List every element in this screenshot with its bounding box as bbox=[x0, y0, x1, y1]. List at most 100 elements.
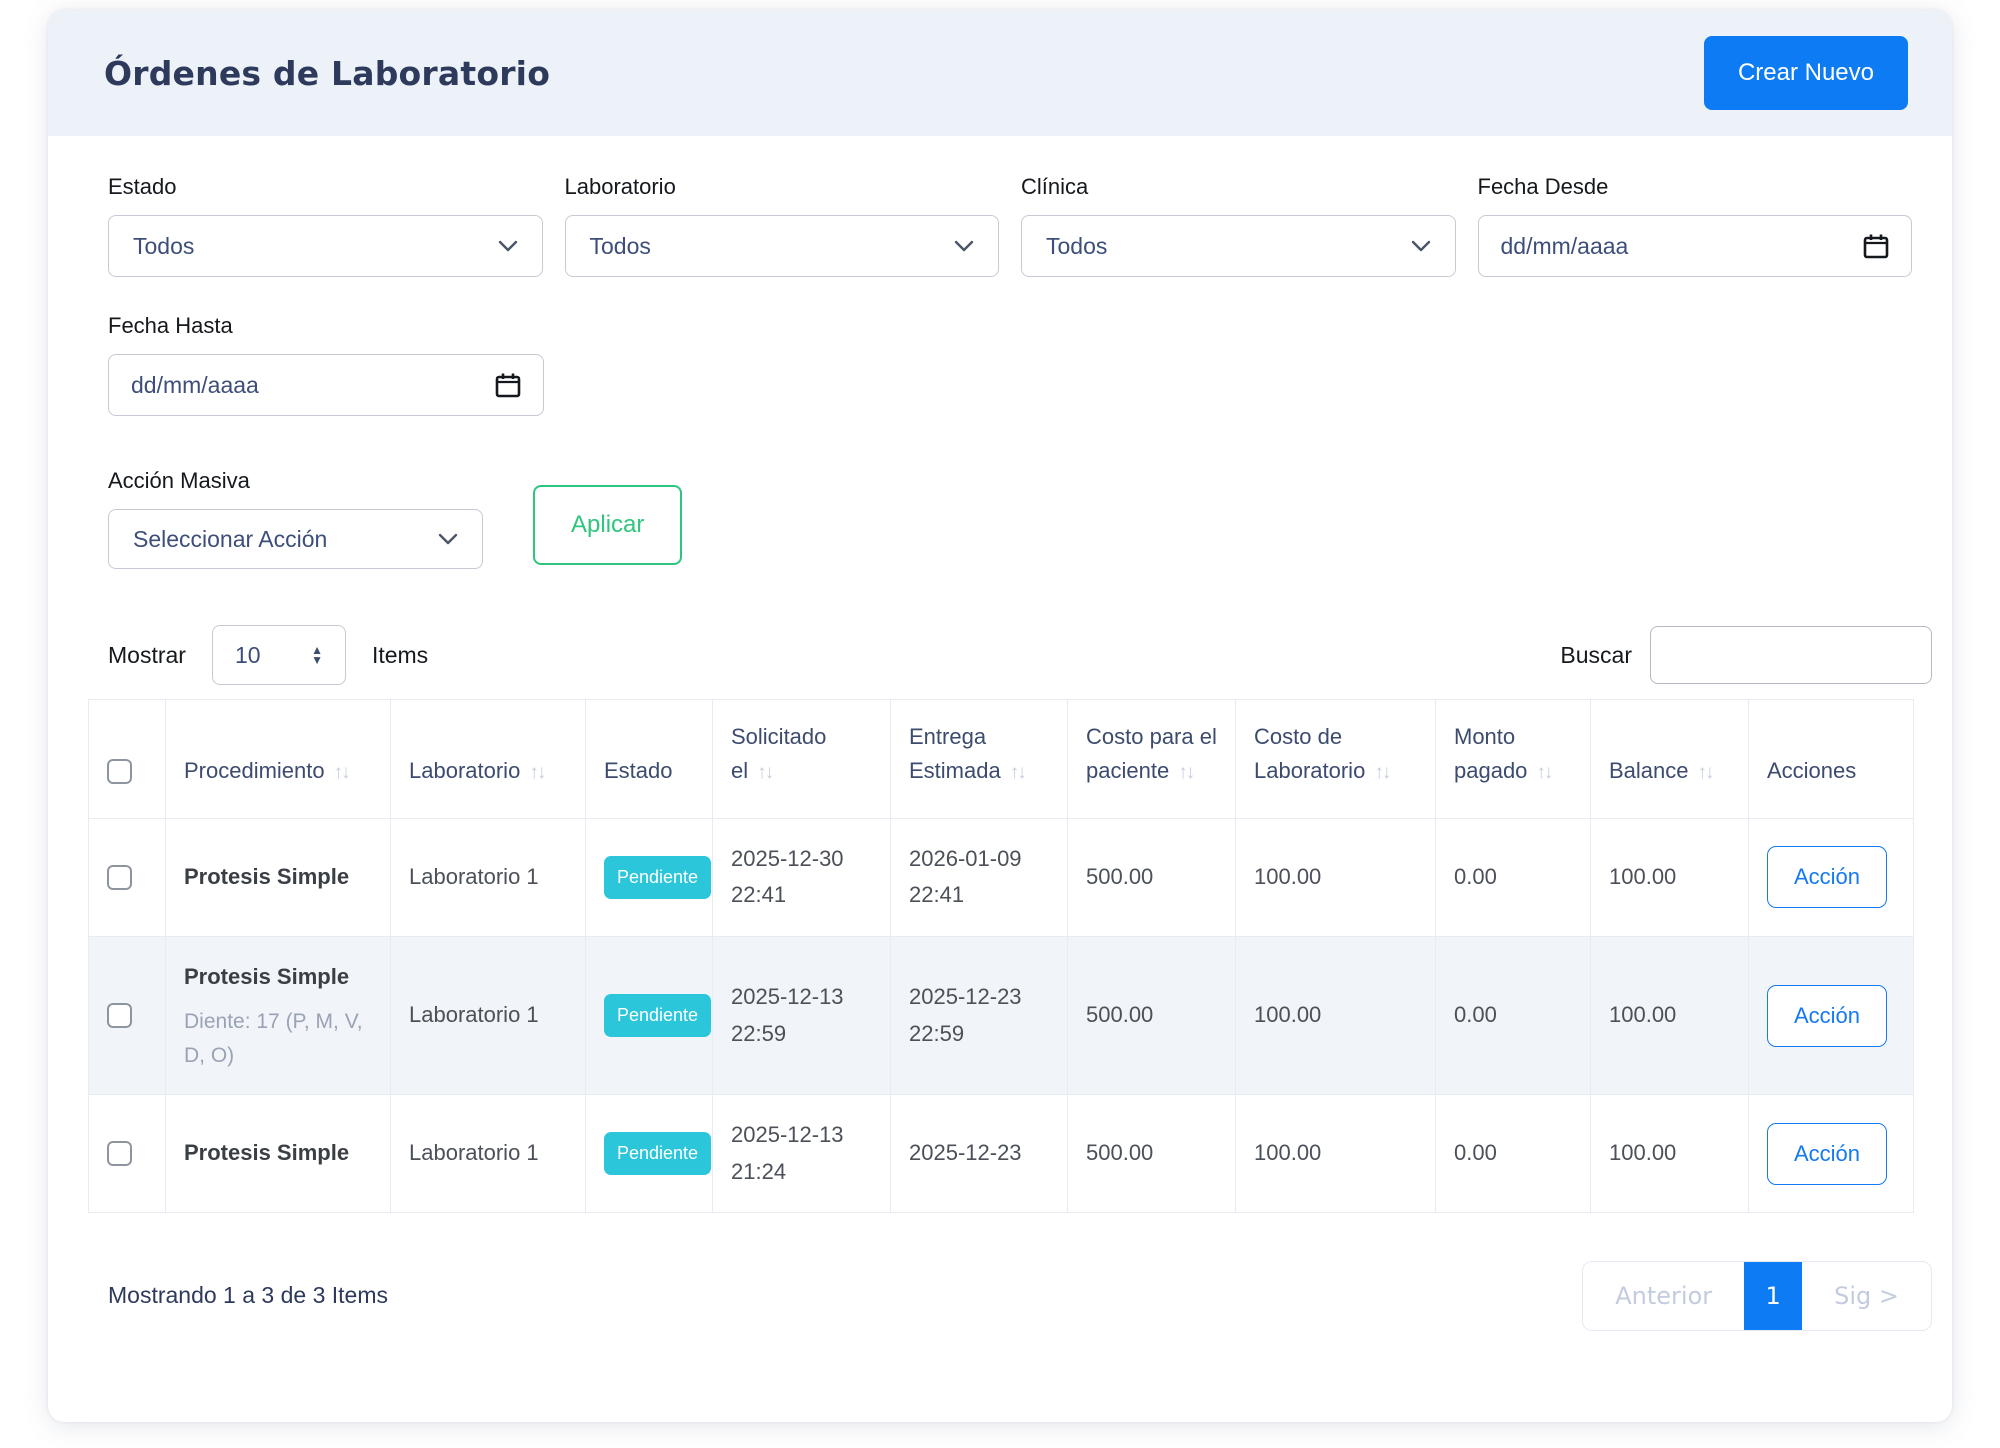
monto-pagado-cell: 0.00 bbox=[1435, 1094, 1591, 1213]
col-estado: Estado bbox=[585, 698, 713, 820]
costo-paciente-cell: 500.00 bbox=[1067, 818, 1236, 937]
solicitado-cell: 2025-12-13 22:59 bbox=[712, 935, 891, 1096]
solicitado-cell: 2025-12-13 21:24 bbox=[712, 1094, 891, 1213]
card-header: Órdenes de Laboratorio Crear Nuevo bbox=[48, 10, 1952, 136]
procedimiento-cell: Protesis Simple bbox=[165, 1094, 391, 1213]
entrega-cell: 2026-01-09 22:41 bbox=[890, 818, 1068, 937]
select-all-checkbox[interactable] bbox=[107, 759, 132, 785]
row-select-cell bbox=[88, 1094, 166, 1213]
laboratorio-select-value: Todos bbox=[589, 232, 651, 259]
clinica-select[interactable]: Todos bbox=[1021, 215, 1456, 277]
filter-laboratorio: Laboratorio Todos bbox=[564, 174, 999, 277]
costo-paciente-cell: 500.00 bbox=[1067, 1094, 1236, 1213]
filter-clinica: Clínica Todos bbox=[1021, 174, 1456, 277]
procedimiento-cell: Protesis Simple bbox=[165, 818, 391, 937]
row-action-button[interactable]: Acción bbox=[1767, 984, 1888, 1047]
sort-icon: ↑↓ bbox=[1374, 762, 1391, 784]
list-controls: Mostrar 10 ▲ ▼ Items Buscar bbox=[108, 625, 1932, 685]
pagination-previous[interactable]: Anterior bbox=[1583, 1261, 1745, 1330]
estado-cell: Pendiente bbox=[585, 935, 713, 1096]
laboratorio-label: Laboratorio bbox=[564, 174, 676, 199]
accion-masiva-select[interactable]: Seleccionar Acción bbox=[108, 509, 483, 569]
col-laboratorio[interactable]: Laboratorio ↑↓ bbox=[390, 698, 586, 820]
monto-pagado-cell: 0.00 bbox=[1435, 818, 1591, 937]
filters-row-2: Fecha Hasta dd/mm/aaaa bbox=[108, 313, 1912, 416]
show-label: Mostrar bbox=[108, 641, 186, 668]
col-monto-pagado[interactable]: Monto pagado ↑↓ bbox=[1435, 698, 1591, 820]
row-checkbox[interactable] bbox=[107, 1003, 132, 1029]
acciones-cell: Acción bbox=[1748, 935, 1914, 1096]
filter-fecha-desde: Fecha Desde dd/mm/aaaa bbox=[1477, 174, 1912, 277]
laboratorio-select[interactable]: Todos bbox=[564, 215, 999, 277]
acciones-cell: Acción bbox=[1748, 818, 1914, 937]
row-checkbox[interactable] bbox=[107, 864, 132, 890]
col-procedimiento[interactable]: Procedimiento ↑↓ bbox=[165, 698, 391, 820]
accion-masiva-label: Acción Masiva bbox=[108, 468, 250, 493]
laboratorio-cell: Laboratorio 1 bbox=[390, 818, 586, 937]
entrega-cell: 2025-12-23 22:59 bbox=[890, 935, 1068, 1096]
costo-laboratorio-cell: 100.00 bbox=[1235, 818, 1436, 937]
status-badge: Pendiente bbox=[604, 993, 712, 1038]
chevron-down-icon bbox=[438, 533, 458, 545]
row-action-button[interactable]: Acción bbox=[1767, 846, 1888, 909]
fecha-desde-input[interactable]: dd/mm/aaaa bbox=[1477, 215, 1912, 277]
bulk-action-row: Acción Masiva Seleccionar Acción Aplicar bbox=[108, 468, 1912, 569]
spinner-arrows-icon: ▲ ▼ bbox=[311, 642, 323, 667]
col-costo-laboratorio[interactable]: Costo de Laboratorio ↑↓ bbox=[1235, 698, 1436, 820]
status-badge: Pendiente bbox=[604, 855, 712, 900]
estado-select-value: Todos bbox=[133, 232, 195, 259]
fecha-hasta-input[interactable]: dd/mm/aaaa bbox=[108, 354, 544, 416]
filter-estado: Estado Todos bbox=[108, 174, 543, 277]
estado-cell: Pendiente bbox=[585, 1094, 713, 1213]
page-title: Órdenes de Laboratorio bbox=[104, 53, 551, 93]
row-checkbox[interactable] bbox=[107, 1141, 132, 1167]
estado-select[interactable]: Todos bbox=[108, 215, 543, 277]
laboratorio-cell: Laboratorio 1 bbox=[390, 935, 586, 1096]
sort-icon: ↑↓ bbox=[1178, 762, 1195, 784]
col-acciones: Acciones bbox=[1748, 698, 1914, 820]
table-footer: Mostrando 1 a 3 de 3 Items Anterior 1 Si… bbox=[108, 1260, 1932, 1331]
lab-orders-card: Órdenes de Laboratorio Crear Nuevo Estad… bbox=[48, 10, 1952, 1422]
clinica-label: Clínica bbox=[1021, 174, 1089, 199]
balance-cell: 100.00 bbox=[1590, 935, 1749, 1096]
fecha-hasta-placeholder: dd/mm/aaaa bbox=[131, 371, 259, 398]
page-size-select[interactable]: 10 ▲ ▼ bbox=[211, 625, 346, 685]
col-entrega[interactable]: Entrega Estimada ↑↓ bbox=[890, 698, 1068, 820]
calendar-icon[interactable] bbox=[1863, 233, 1889, 259]
col-solicitado[interactable]: Solicitado el ↑↓ bbox=[712, 698, 891, 820]
row-select-cell bbox=[88, 818, 166, 937]
create-new-button[interactable]: Crear Nuevo bbox=[1703, 36, 1908, 110]
costo-paciente-cell: 500.00 bbox=[1067, 935, 1236, 1096]
pagination-page-1[interactable]: 1 bbox=[1744, 1261, 1803, 1330]
chevron-down-icon bbox=[1411, 240, 1430, 252]
procedimiento-cell: Protesis Simple Diente: 17 (P, M, V, D, … bbox=[165, 935, 391, 1096]
search-label: Buscar bbox=[1560, 641, 1632, 668]
apply-button[interactable]: Aplicar bbox=[533, 484, 683, 565]
sort-icon: ↑↓ bbox=[529, 762, 546, 784]
select-all-header bbox=[88, 698, 166, 820]
items-label: Items bbox=[371, 641, 429, 668]
table-header-row: Procedimiento ↑↓ Laboratorio ↑↓ Estado Sol… bbox=[88, 698, 1914, 820]
col-balance[interactable]: Balance ↑↓ bbox=[1590, 698, 1749, 820]
fecha-desde-label: Fecha Desde bbox=[1477, 174, 1609, 199]
sort-icon: ↑↓ bbox=[1536, 762, 1553, 784]
acciones-cell: Acción bbox=[1748, 1094, 1914, 1213]
sort-icon: ↑↓ bbox=[1009, 762, 1027, 784]
chevron-down-icon bbox=[954, 240, 974, 252]
table-row: Protesis Simple Diente: 17 (P, M, V, D, … bbox=[88, 935, 1914, 1096]
clinica-select-value: Todos bbox=[1046, 232, 1108, 259]
orders-table: Procedimiento ↑↓ Laboratorio ↑↓ Estado Sol… bbox=[88, 698, 1914, 1213]
chevron-down-icon bbox=[498, 240, 517, 252]
pagination: Anterior 1 Sig > bbox=[1582, 1260, 1932, 1331]
filter-fecha-hasta: Fecha Hasta dd/mm/aaaa bbox=[108, 313, 544, 416]
laboratorio-cell: Laboratorio 1 bbox=[390, 1094, 586, 1213]
calendar-icon[interactable] bbox=[495, 372, 521, 398]
costo-laboratorio-cell: 100.00 bbox=[1235, 935, 1436, 1096]
search-input[interactable] bbox=[1650, 626, 1932, 684]
row-select-cell bbox=[88, 935, 166, 1096]
col-costo-paciente[interactable]: Costo para el paciente ↑↓ bbox=[1067, 698, 1236, 820]
balance-cell: 100.00 bbox=[1590, 1094, 1749, 1213]
pagination-next[interactable]: Sig > bbox=[1802, 1261, 1931, 1330]
results-summary: Mostrando 1 a 3 de 3 Items bbox=[108, 1282, 388, 1309]
row-action-button[interactable]: Acción bbox=[1767, 1122, 1888, 1185]
